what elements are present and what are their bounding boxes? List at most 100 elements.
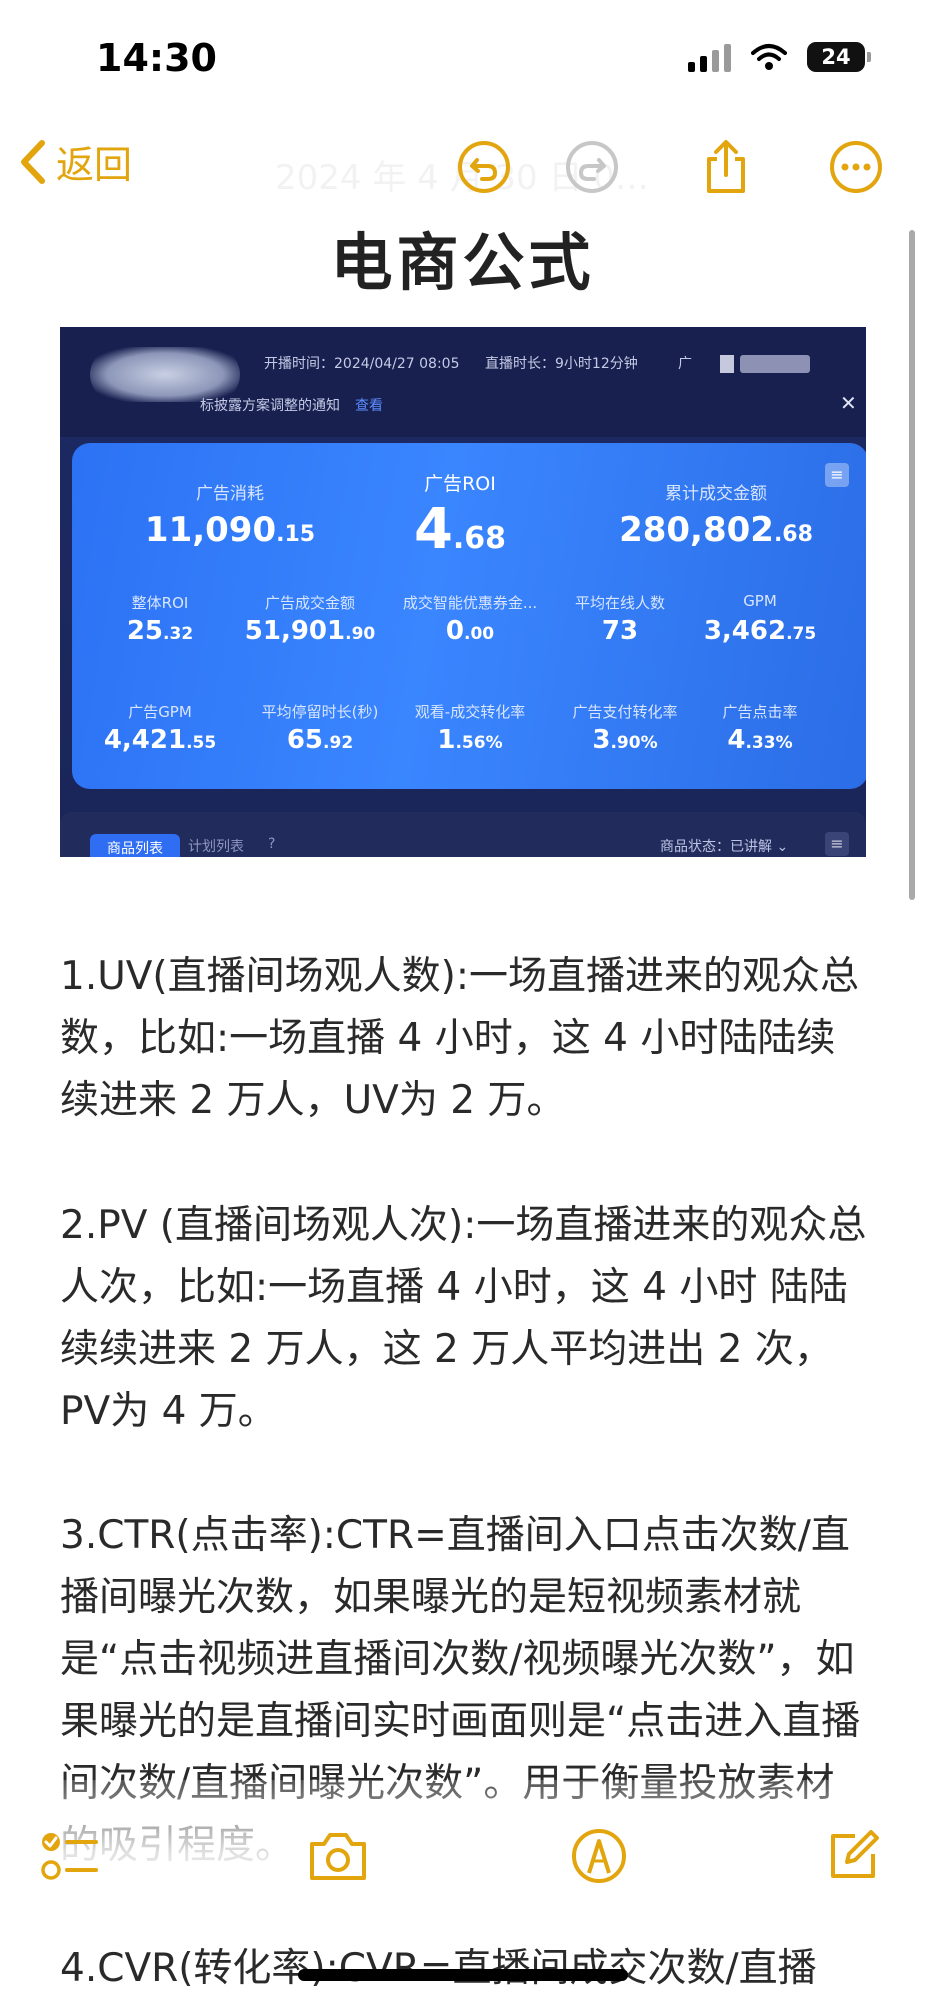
metric-decimal: .32: [163, 624, 194, 644]
metric-int: 51,901: [244, 616, 346, 646]
metric-int: 4: [413, 497, 453, 562]
metric-label: 成交智能优惠券金...: [402, 594, 538, 612]
wifi-icon: [751, 44, 787, 70]
back-label: 返回: [56, 143, 133, 187]
status-time: 14:30: [96, 36, 217, 80]
camera-icon: [310, 1833, 366, 1880]
metric-int: 4: [727, 725, 746, 755]
metric-int: 1: [437, 725, 456, 755]
battery-icon: 24: [807, 42, 871, 72]
metric-label: 广告点击率: [722, 703, 798, 721]
metric-value: 73: [560, 616, 680, 646]
redo-button[interactable]: [563, 138, 621, 196]
blurred-name: [740, 355, 810, 373]
metric-decimal: .68: [452, 521, 507, 556]
metric-value: 4.33%: [700, 725, 820, 755]
metric-label: 广告成交金额: [264, 594, 355, 612]
more-button[interactable]: [827, 138, 885, 196]
compose-icon: [831, 1830, 879, 1878]
metric-int: 25: [126, 616, 164, 646]
metric-label: 观看-成交转化率: [414, 703, 526, 721]
share-icon: [707, 140, 745, 193]
metric-label: 广告消耗: [196, 484, 264, 504]
metric-decimal: .33%: [745, 733, 793, 753]
metric-value: 4,421.55: [90, 725, 230, 755]
paragraph-uv[interactable]: 1.UV(直播间场观人数):一场直播进来的观众总数，比如:一场直播 4 小时，这…: [60, 946, 870, 1132]
tab-plan-list: 计划列表: [188, 839, 244, 855]
metric-decimal: .55: [186, 733, 217, 753]
compose-button[interactable]: [820, 1823, 886, 1889]
dashboard-notice: 标披露方案调整的通知: [200, 398, 340, 414]
metric-value: 25.32: [100, 616, 220, 646]
metric-int: 73: [601, 616, 639, 646]
checklist-button[interactable]: [38, 1823, 104, 1889]
metrics-menu-icon: ≡: [825, 463, 849, 487]
metric-decimal: .00: [463, 624, 495, 644]
dashboard-list-header: 商品列表 计划列表 ? 商品状态：已讲解 ⌄ ≡: [60, 812, 866, 857]
note-title: 电商公式: [330, 226, 595, 299]
metric-decimal: .75: [786, 624, 817, 644]
metric-value: 4.68: [370, 497, 550, 562]
list-menu-icon: ≡: [825, 832, 849, 856]
metric-int: 0: [445, 616, 464, 646]
metric-decimal: .92: [323, 733, 354, 753]
metric-label: GPM: [743, 592, 777, 610]
blurred-avatar: [90, 347, 240, 402]
blurred-block: [720, 355, 734, 373]
metric-int: 280,802: [619, 510, 774, 550]
scrollbar[interactable]: [909, 230, 915, 900]
home-indicator[interactable]: [298, 1969, 628, 1981]
metric-label: 平均在线人数: [574, 594, 665, 612]
status-icons: 24: [688, 42, 871, 72]
markup-button[interactable]: [566, 1823, 632, 1889]
metric-label: 广告ROI: [424, 473, 496, 495]
metric-decimal: .90%: [610, 733, 658, 753]
dashboard-duration: 直播时长：9小时12分钟: [485, 356, 638, 372]
metric-decimal: .15: [276, 522, 316, 547]
metric-int: 65: [286, 725, 324, 755]
dashboard-ad-tag: 广: [678, 356, 692, 372]
checklist-icon: [41, 1833, 98, 1880]
undo-icon: [458, 141, 510, 193]
metric-value: 65.92: [250, 725, 390, 755]
camera-button[interactable]: [305, 1823, 371, 1889]
metric-decimal: .68: [773, 522, 813, 547]
metric-value: 11,090.15: [120, 510, 340, 550]
battery-level: 24: [821, 45, 851, 69]
help-icon: ?: [268, 836, 276, 852]
dashboard-start-time: 开播时间：2024/04/27 08:05: [264, 356, 460, 372]
metric-int: 3,462: [703, 616, 787, 646]
metric-label: 广告GPM: [128, 703, 192, 721]
metric-int: 4,421: [103, 725, 187, 755]
cellular-signal-icon: [688, 42, 731, 72]
metric-value: 3,462.75: [690, 616, 830, 646]
metric-label: 累计成交金额: [665, 484, 767, 504]
metric-decimal: .90: [345, 624, 376, 644]
metric-value: 1.56%: [400, 725, 540, 755]
metric-value: 3.90%: [555, 725, 695, 755]
bottom-toolbar: [0, 1815, 925, 1910]
metric-int: 11,090: [144, 510, 277, 550]
paragraph-pv[interactable]: 2.PV (直播间场观人次):一场直播进来的观众总人次，比如:一场直播 4 小时…: [60, 1195, 870, 1443]
dashboard-close: ✕: [840, 391, 857, 415]
metric-value: 0.00: [395, 616, 545, 646]
metric-label: 平均停留时长(秒): [261, 703, 379, 721]
undo-button[interactable]: [455, 138, 513, 196]
more-icon: [830, 141, 882, 193]
share-button[interactable]: [697, 138, 755, 196]
tab-product-list: 商品列表: [90, 834, 180, 857]
metric-value: 51,901.90: [230, 616, 390, 646]
back-button[interactable]: 返回: [18, 134, 132, 189]
markup-pen-icon: [572, 1829, 626, 1883]
status-bar: 14:30 24: [0, 0, 925, 120]
embedded-dashboard-image[interactable]: 开播时间：2024/04/27 08:05 直播时长：9小时12分钟 广 标披露…: [60, 327, 866, 857]
chevron-left-icon: [21, 139, 45, 184]
metric-label: 整体ROI: [131, 594, 189, 612]
redo-icon: [566, 141, 618, 193]
dashboard-notice-link: 查看: [355, 398, 383, 414]
metric-decimal: .56%: [455, 733, 503, 753]
note-toolbar: 2024 年 4 月 30 日 0… 返回: [0, 120, 925, 210]
metric-label: 广告支付转化率: [572, 703, 678, 721]
metric-int: 3: [592, 725, 611, 755]
status-filter: 商品状态：已讲解 ⌄: [660, 839, 789, 855]
